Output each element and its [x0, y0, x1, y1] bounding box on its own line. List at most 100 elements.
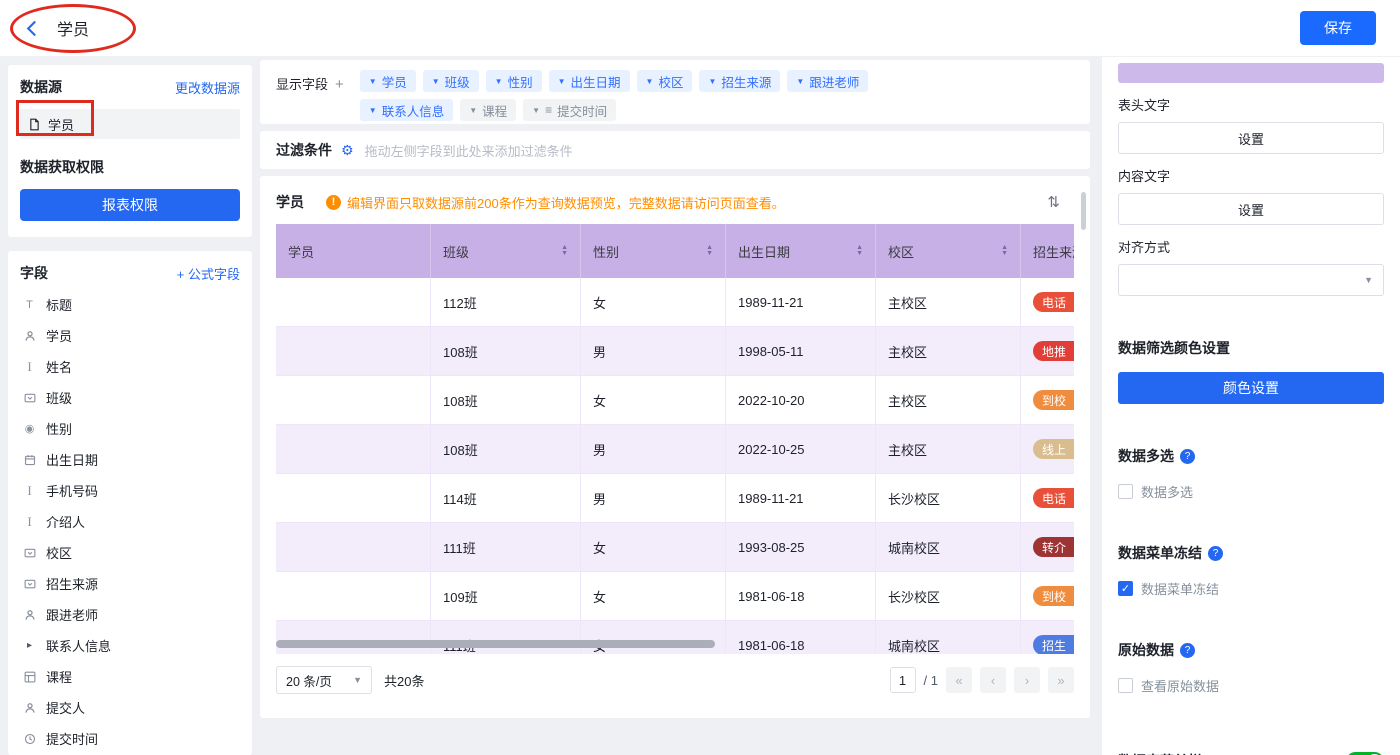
save-button[interactable]: 保存 [1300, 11, 1376, 45]
radio-icon: ◉ [22, 422, 37, 435]
table-cell: 城南校区 [876, 523, 1021, 572]
filter-settings-gear-icon[interactable]: ⚙ [341, 142, 354, 159]
change-datasource-link[interactable]: 更改数据源 [175, 78, 240, 97]
field-item[interactable]: 跟进老师 [20, 599, 240, 630]
table-cell: 招生 [1021, 621, 1074, 654]
display-field-chip[interactable]: ▼跟进老师 [787, 70, 868, 92]
display-field-chip[interactable]: ▼招生来源 [699, 70, 780, 92]
back-button[interactable] [24, 20, 41, 37]
table-cell: 1981-06-18 [726, 572, 876, 621]
field-item[interactable]: I手机号码 [20, 475, 240, 506]
field-item[interactable]: 学员 [20, 320, 240, 351]
field-item-label: 介绍人 [46, 512, 85, 531]
field-item[interactable]: ▸联系人信息 [20, 630, 240, 661]
display-field-chip[interactable]: ▼联系人信息 [360, 99, 453, 121]
sort-arrows-icon[interactable]: ▲▼ [706, 245, 713, 258]
add-formula-field-link[interactable]: + 公式字段 [177, 264, 240, 283]
table-row[interactable]: 108班女2022-10-20主校区到校 [276, 376, 1074, 425]
multi-select-checkbox-row[interactable]: 数据多选 [1118, 482, 1384, 501]
table-menu-bar-toggle[interactable]: 开 [1346, 752, 1384, 755]
sort-arrows-icon[interactable]: ▲▼ [1001, 245, 1008, 258]
display-field-chip[interactable]: ▼≡提交时间 [523, 99, 616, 121]
current-page-input[interactable]: 1 [890, 667, 916, 693]
field-item[interactable]: 提交人 [20, 692, 240, 723]
display-field-chip[interactable]: ▼出生日期 [549, 70, 630, 92]
next-page-button[interactable]: › [1014, 667, 1040, 693]
horizontal-scrollbar[interactable] [276, 640, 715, 648]
column-header[interactable]: 班级▲▼ [431, 224, 581, 278]
raw-data-checkbox[interactable] [1118, 678, 1133, 693]
preview-panel: 学员 ! 编辑界面只取数据源前200条作为查询数据预览，完整数据请访问页面查看。… [260, 176, 1090, 718]
table-row[interactable]: 109班女1981-06-18长沙校区到校 [276, 572, 1074, 621]
prev-page-button[interactable]: ‹ [980, 667, 1006, 693]
header-color-swatch[interactable] [1118, 63, 1384, 83]
page-size-value: 20 条/页 [286, 671, 332, 690]
table-cell: 2022-10-25 [726, 425, 876, 474]
table-row[interactable]: 108班男2022-10-25主校区线上 [276, 425, 1074, 474]
chip-label: 跟进老师 [809, 72, 859, 91]
report-permission-button[interactable]: 报表权限 [20, 189, 240, 221]
total-count: 共20条 [384, 671, 424, 690]
help-icon[interactable]: ? [1208, 546, 1223, 561]
person-icon [22, 609, 37, 621]
column-header[interactable]: 招生来源 [1021, 224, 1074, 278]
content-text-settings-button[interactable]: 设置 [1118, 193, 1384, 225]
menu-freeze-checkbox[interactable]: ✓ [1118, 581, 1133, 596]
column-header[interactable]: 出生日期▲▼ [726, 224, 876, 278]
column-header[interactable]: 学员 [276, 224, 431, 278]
display-field-chips: ▼学员▼班级▼性别▼出生日期▼校区▼招生来源▼跟进老师▼联系人信息▼课程▼≡提交… [360, 70, 935, 114]
field-item[interactable]: 招生来源 [20, 568, 240, 599]
table-row[interactable]: 114班男1989-11-21长沙校区电话 [276, 474, 1074, 523]
page-size-select[interactable]: 20 条/页 ▼ [276, 666, 372, 694]
display-field-chip[interactable]: ▼性别 [486, 70, 542, 92]
field-item-label: 班级 [46, 388, 72, 407]
filter-dropzone-placeholder: 拖动左侧字段到此处来添加过滤条件 [365, 141, 573, 160]
report-editor-app: 学员 保存 数据源 更改数据源 学员 数据获取权限 报表权限 字段 + 公式字段… [0, 0, 1400, 755]
add-display-field-button[interactable]: + [335, 76, 344, 93]
field-item[interactable]: 课程 [20, 661, 240, 692]
table-row[interactable]: 112班女1989-11-21主校区电话 [276, 278, 1074, 327]
display-field-chip[interactable]: ▼班级 [423, 70, 479, 92]
field-item-label: 学员 [46, 326, 72, 345]
settings-panel: 表头文字 设置 内容文字 设置 对齐方式 ▼ 数据筛选颜色设置 颜色设置 数据多… [1102, 57, 1400, 755]
field-item[interactable]: I 介绍人 [20, 506, 240, 537]
table-row[interactable]: 111班女1993-08-25城南校区转介 [276, 523, 1074, 572]
field-item[interactable]: T标题 [20, 289, 240, 320]
table-row[interactable]: 111班女1981-06-18城南校区招生 [276, 621, 1074, 654]
sort-arrows-icon[interactable]: ▲▼ [561, 245, 568, 258]
display-field-chip[interactable]: ▼学员 [360, 70, 416, 92]
table-cell [276, 572, 431, 621]
filter-conditions-bar[interactable]: 过滤条件 ⚙ 拖动左侧字段到此处来添加过滤条件 [260, 131, 1090, 169]
field-item[interactable]: I姓名 [20, 351, 240, 382]
column-header[interactable]: 校区▲▼ [876, 224, 1021, 278]
field-item[interactable]: 校区 [20, 537, 240, 568]
display-field-chip[interactable]: ▼校区 [637, 70, 693, 92]
vertical-scrollbar[interactable] [1081, 192, 1086, 230]
table-cell: 2022-10-20 [726, 376, 876, 425]
field-item[interactable]: 班级 [20, 382, 240, 413]
raw-data-checkbox-row[interactable]: 查看原始数据 [1118, 676, 1384, 695]
last-page-button[interactable]: » [1048, 667, 1074, 693]
display-field-chip[interactable]: ▼课程 [460, 99, 516, 121]
field-item[interactable]: 出生日期 [20, 444, 240, 475]
header-text-settings-button[interactable]: 设置 [1118, 122, 1384, 154]
multi-select-checkbox[interactable] [1118, 484, 1133, 499]
table-cell [276, 621, 431, 654]
color-settings-button[interactable]: 颜色设置 [1118, 372, 1384, 404]
align-select[interactable]: ▼ [1118, 264, 1384, 296]
first-page-button[interactable]: « [946, 667, 972, 693]
field-item[interactable]: ◉性别 [20, 413, 240, 444]
table-row[interactable]: 108班男1998-05-11主校区地推 [276, 327, 1074, 376]
page-title: 学员 [57, 16, 89, 40]
column-header[interactable]: 性别▲▼ [581, 224, 726, 278]
help-icon[interactable]: ? [1180, 449, 1195, 464]
sort-arrows-icon[interactable]: ▲▼ [856, 245, 863, 258]
menu-freeze-checkbox-row[interactable]: ✓ 数据菜单冻结 [1118, 579, 1384, 598]
field-item[interactable]: 提交时间 [20, 723, 240, 754]
text-icon: I [22, 514, 37, 530]
datasource-item-label: 学员 [48, 115, 74, 134]
help-icon[interactable]: ? [1180, 643, 1195, 658]
datasource-item-student[interactable]: 学员 [20, 109, 240, 139]
custom-sort-icon[interactable]: ⇅ [1047, 193, 1060, 211]
table-cell: 女 [581, 572, 726, 621]
